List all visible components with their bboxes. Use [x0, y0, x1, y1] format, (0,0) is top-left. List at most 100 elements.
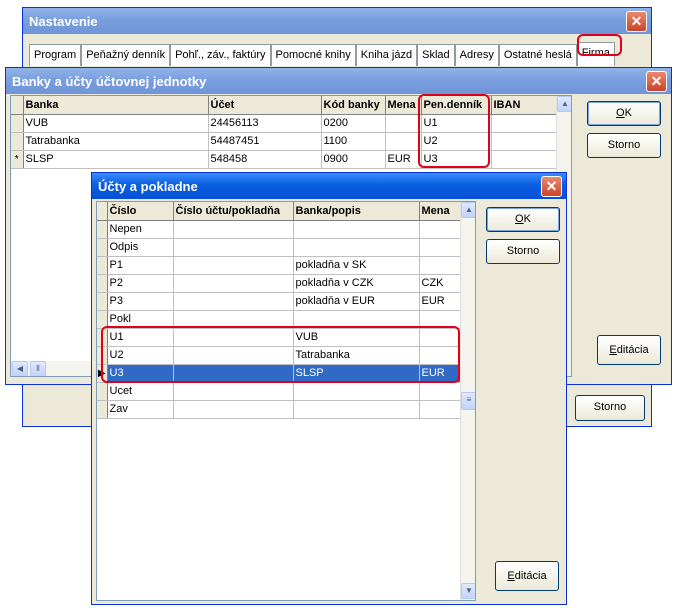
table-cell[interactable]: EUR — [385, 150, 422, 169]
column-header[interactable]: IBAN — [491, 96, 557, 115]
table-cell[interactable] — [293, 220, 420, 239]
scroll-up-arrow-icon[interactable]: ▲ — [557, 96, 571, 112]
table-cell[interactable]: Pokl — [107, 310, 174, 329]
table-cell[interactable] — [419, 256, 461, 275]
row-indicator[interactable] — [97, 256, 108, 275]
column-header[interactable]: Banka/popis — [293, 202, 420, 221]
accounts-vertical-scrollbar[interactable]: ▲ ≡ ▼ — [460, 202, 475, 600]
column-header[interactable]: Číslo — [107, 202, 174, 221]
table-cell[interactable]: SLSP — [23, 150, 209, 169]
table-cell[interactable] — [173, 328, 294, 347]
table-cell[interactable] — [419, 310, 461, 329]
tab-ostatne-hesla[interactable]: Ostatné heslá — [498, 44, 577, 66]
table-cell[interactable]: Ucet — [107, 382, 174, 401]
column-header[interactable]: Banka — [23, 96, 209, 115]
table-cell[interactable] — [293, 382, 420, 401]
table-cell[interactable]: 0900 — [321, 150, 386, 169]
column-header[interactable]: Mena — [385, 96, 422, 115]
table-row-selected[interactable]: ▶ U3 SLSP EUR — [97, 364, 461, 383]
scroll-thumb[interactable]: ⦀ — [30, 361, 46, 376]
table-cell[interactable]: VUB — [293, 328, 420, 347]
table-cell[interactable] — [293, 400, 420, 419]
banks-editacia-button[interactable]: Editácia — [597, 335, 661, 365]
table-cell[interactable] — [419, 328, 461, 347]
table-cell[interactable]: P3 — [107, 292, 174, 311]
table-row[interactable]: P2 pokladňa v CZK CZK — [97, 274, 461, 293]
table-cell[interactable] — [173, 274, 294, 293]
row-indicator[interactable] — [11, 114, 24, 133]
table-cell[interactable]: P1 — [107, 256, 174, 275]
accounts-close-button[interactable]: ✕ — [541, 176, 562, 197]
row-pointer-icon[interactable]: ▶ — [97, 364, 108, 383]
accounts-storno-button[interactable]: Storno — [486, 239, 560, 264]
table-cell[interactable] — [173, 400, 294, 419]
banks-storno-button[interactable]: Storno — [587, 133, 661, 158]
table-cell[interactable] — [173, 292, 294, 311]
table-cell[interactable]: U1 — [107, 328, 174, 347]
table-cell[interactable]: U2 — [421, 132, 492, 151]
scroll-up-arrow-icon[interactable]: ▲ — [461, 202, 475, 218]
table-cell[interactable] — [173, 382, 294, 401]
row-indicator[interactable] — [97, 220, 108, 239]
column-header[interactable]: Číslo účtu/pokladňa — [173, 202, 294, 221]
row-indicator[interactable] — [11, 132, 24, 151]
table-row[interactable]: Tatrabanka 54487451 1100 U2 — [11, 132, 557, 151]
banks-titlebar[interactable]: Banky a účty účtovnej jednotky ✕ — [6, 68, 671, 94]
accounts-editacia-button[interactable]: Editácia — [495, 561, 559, 591]
table-cell[interactable]: Odpis — [107, 238, 174, 257]
table-row[interactable]: P3 pokladňa v EUR EUR — [97, 292, 461, 311]
table-cell[interactable] — [173, 238, 294, 257]
column-header[interactable]: Účet — [208, 96, 322, 115]
table-cell[interactable]: U3 — [107, 364, 174, 383]
table-cell[interactable]: SLSP — [293, 364, 420, 383]
table-row[interactable]: Pokl — [97, 310, 461, 329]
table-cell[interactable]: 54487451 — [208, 132, 322, 151]
table-cell[interactable] — [491, 114, 557, 133]
table-cell[interactable]: Tatrabanka — [293, 346, 420, 365]
column-header[interactable]: Pen.denník — [421, 96, 492, 115]
table-cell[interactable]: pokladňa v CZK — [293, 274, 420, 293]
settings-titlebar[interactable]: Nastavenie ✕ — [23, 8, 651, 34]
tab-program[interactable]: Program — [29, 44, 82, 66]
table-cell[interactable] — [491, 132, 557, 151]
table-cell[interactable]: 548458 — [208, 150, 322, 169]
tab-penazny-dennik[interactable]: Peňažný denník — [81, 44, 171, 66]
row-indicator[interactable] — [97, 346, 108, 365]
banks-close-button[interactable]: ✕ — [646, 71, 667, 92]
table-cell[interactable]: pokladňa v EUR — [293, 292, 420, 311]
table-cell[interactable]: EUR — [419, 364, 461, 383]
row-indicator[interactable] — [97, 310, 108, 329]
accounts-titlebar[interactable]: Účty a pokladne ✕ — [92, 173, 566, 199]
table-cell[interactable] — [173, 256, 294, 275]
table-row[interactable]: U2 Tatrabanka — [97, 346, 461, 365]
table-cell[interactable] — [385, 114, 422, 133]
table-cell[interactable]: U3 — [421, 150, 492, 169]
settings-storno-button[interactable]: Storno — [575, 395, 645, 421]
table-cell[interactable]: 1100 — [321, 132, 386, 151]
column-header[interactable]: Kód banky — [321, 96, 386, 115]
table-row[interactable]: VUB 24456113 0200 U1 — [11, 114, 557, 133]
settings-close-button[interactable]: ✕ — [626, 11, 647, 32]
table-row[interactable]: P1 pokladňa v SK — [97, 256, 461, 275]
table-cell[interactable] — [173, 310, 294, 329]
table-row[interactable]: Zav — [97, 400, 461, 419]
row-indicator[interactable] — [97, 238, 108, 257]
row-indicator[interactable] — [97, 382, 108, 401]
banks-ok-button[interactable]: OK — [587, 101, 661, 126]
table-cell[interactable]: U2 — [107, 346, 174, 365]
table-cell[interactable]: CZK — [419, 274, 461, 293]
new-row-indicator[interactable]: * — [11, 150, 24, 169]
scroll-left-arrow-icon[interactable]: ◀ — [12, 361, 28, 376]
table-cell[interactable] — [419, 346, 461, 365]
table-cell[interactable]: Zav — [107, 400, 174, 419]
table-row[interactable]: * SLSP 548458 0900 EUR U3 — [11, 150, 557, 169]
tab-kniha-jazd[interactable]: Kniha jázd — [355, 44, 418, 66]
tab-firma[interactable]: Firma — [576, 42, 615, 66]
row-indicator[interactable] — [97, 292, 108, 311]
table-cell[interactable]: pokladňa v SK — [293, 256, 420, 275]
tab-pohladavky[interactable]: Pohľ., záv., faktúry — [170, 44, 271, 66]
table-cell[interactable] — [419, 220, 461, 239]
table-cell[interactable]: 24456113 — [208, 114, 322, 133]
table-cell[interactable]: U1 — [421, 114, 492, 133]
column-header[interactable]: Mena — [419, 202, 461, 221]
